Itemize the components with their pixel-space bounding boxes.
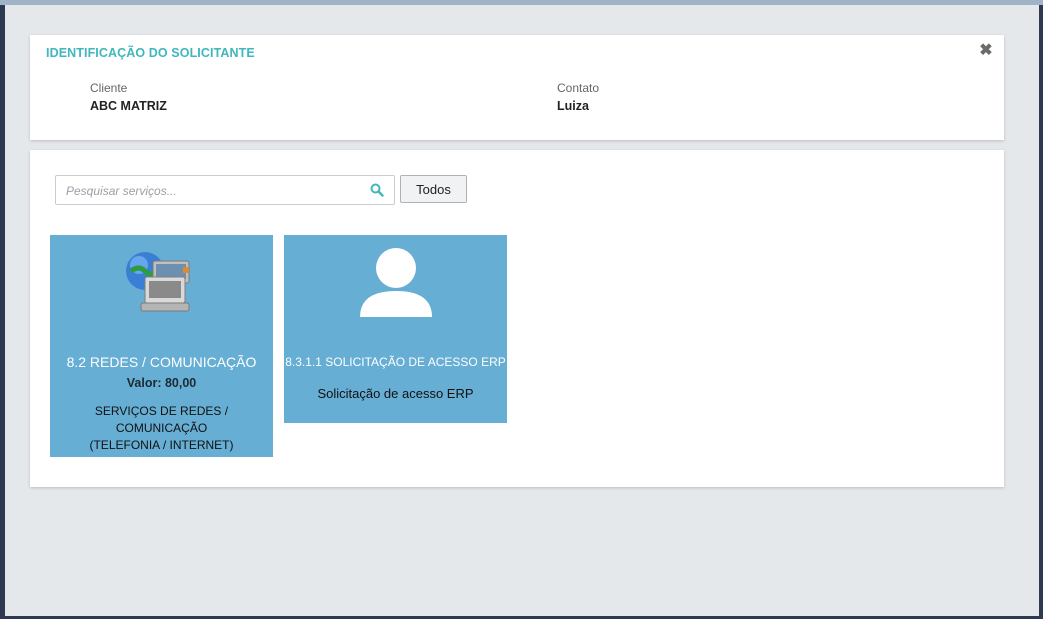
- service-description: Solicitação de acesso ERP: [317, 386, 474, 401]
- contact-label: Contato: [557, 81, 600, 95]
- requester-identification-panel: IDENTIFICAÇÃO DO SOLICITANTE ✖ Cliente A…: [30, 35, 1004, 140]
- close-icon[interactable]: ✖: [979, 43, 993, 59]
- service-description: SERVIÇOS DE REDES / COMUNICAÇÃO (TELEFON…: [50, 403, 273, 454]
- panel-title: IDENTIFICAÇÃO DO SOLICITANTE: [46, 46, 255, 60]
- user-icon: [360, 248, 432, 317]
- service-name: 8.2 REDES / COMUNICAÇÃO: [66, 354, 257, 370]
- page-content: IDENTIFICAÇÃO DO SOLICITANTE ✖ Cliente A…: [5, 5, 1039, 616]
- service-price: Valor: 80,00: [126, 376, 197, 390]
- service-description-line-1: SERVIÇOS DE REDES / COMUNICAÇÃO: [94, 404, 229, 435]
- client-field: Cliente ABC MATRIZ: [90, 81, 167, 113]
- contact-value: Luiza: [557, 99, 589, 113]
- client-value: ABC MATRIZ: [90, 99, 167, 113]
- service-tile-erp-access[interactable]: 8.3.1.1 SOLICITAÇÃO DE ACESSO ERP Solici…: [284, 235, 507, 423]
- search-box: [55, 175, 395, 206]
- service-tile-network[interactable]: 8.2 REDES / COMUNICAÇÃO Valor: 80,00 SER…: [50, 235, 273, 457]
- service-name: 8.3.1.1 SOLICITAÇÃO DE ACESSO ERP: [285, 355, 506, 369]
- service-description-line-2: (TELEFONIA / INTERNET): [89, 438, 234, 452]
- filter-all-button[interactable]: Todos: [400, 175, 467, 203]
- network-computers-icon: [126, 252, 190, 312]
- search-icon[interactable]: [370, 183, 384, 197]
- contact-field: Contato Luiza: [557, 81, 599, 113]
- search-input[interactable]: [64, 176, 358, 206]
- services-panel: Todos 8.2 REDES / COMUNICAÇÃO Valor: 80,…: [30, 150, 1004, 487]
- client-label: Cliente: [90, 81, 128, 95]
